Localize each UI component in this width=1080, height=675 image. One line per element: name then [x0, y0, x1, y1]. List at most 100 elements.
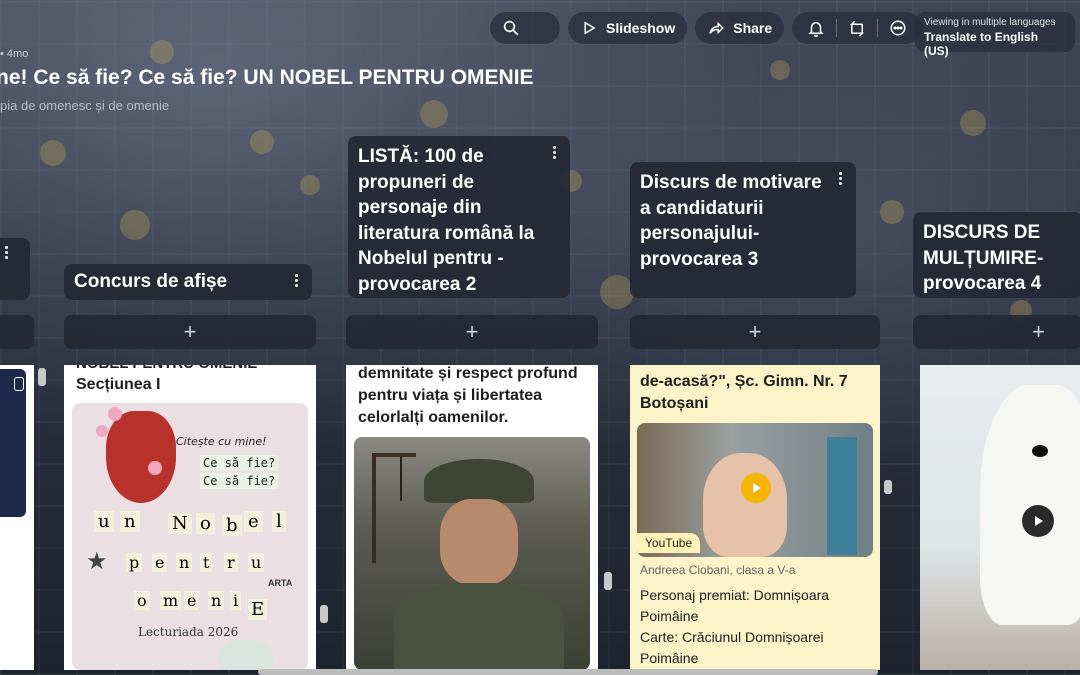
poster-arta-label: ARTA: [268, 578, 293, 588]
flower-icon: [96, 425, 108, 437]
play-button[interactable]: [741, 473, 771, 503]
post-image: [0, 369, 26, 517]
poster-letter: u: [94, 511, 114, 532]
poster-letter: r: [224, 553, 238, 572]
poster-image[interactable]: Citește cu mine! Ce să fie? Ce să fie? u…: [72, 403, 308, 670]
slideshow-button[interactable]: Slideshow: [568, 12, 688, 44]
flower-icon: [108, 407, 122, 421]
column-title: Concurs de afișe: [74, 271, 228, 292]
column-title: LISTĂ: 100 de propuneri de personaje din…: [358, 146, 535, 295]
poster-letter: e: [184, 591, 200, 610]
column-header-lista[interactable]: LISTĂ: 100 de propuneri de personaje din…: [348, 136, 570, 298]
soldier-portrait-image[interactable]: [354, 437, 590, 670]
poster-question-1: Ce să fie?: [200, 455, 279, 471]
board-title: ne! Ce să fie? Ce să fie? UN NOBEL PENTR…: [0, 66, 534, 89]
add-post-button[interactable]: +: [913, 315, 1080, 349]
column-title: Discurs de motivare a candidaturii perso…: [640, 172, 822, 270]
play-icon: [584, 21, 596, 35]
post-card-lista[interactable]: demnitate și respect profund pentru viaț…: [346, 365, 598, 670]
video-play-button[interactable]: [1022, 505, 1054, 537]
translate-hint: Viewing in multiple languages: [924, 17, 1056, 28]
remake-button[interactable]: [837, 12, 877, 44]
poster-letter: l: [272, 511, 286, 532]
remake-icon: [850, 20, 865, 37]
poster-letter: N: [168, 513, 192, 534]
column-header-discurs[interactable]: Discurs de motivare a candidaturii perso…: [630, 162, 856, 298]
column-scrollbar[interactable]: [884, 480, 892, 494]
play-icon: [1035, 516, 1043, 526]
poster-letter: m: [160, 591, 182, 610]
share-label: Share: [733, 20, 773, 36]
column-title: DISCURS DE MULȚUMIRE-provocarea 4: [923, 222, 1044, 294]
add-post-button[interactable]: +: [630, 315, 880, 349]
poster-question-2: Ce să fie?: [200, 473, 279, 489]
slideshow-label: Slideshow: [606, 20, 676, 36]
column-scrollbar[interactable]: [320, 605, 328, 623]
gallows-drawing: [372, 453, 376, 563]
bear-nose: [1032, 445, 1048, 457]
translate-action: Translate to English (US): [924, 30, 1039, 58]
search-icon: [503, 20, 519, 36]
notifications-button[interactable]: [796, 12, 836, 44]
poster-letter: n: [208, 591, 225, 610]
post-body-line: Personaj premiat: Domnișoara Poimâine: [640, 587, 830, 624]
add-post-button-partial[interactable]: [0, 315, 34, 349]
youtube-badge: YouTube: [637, 533, 701, 553]
poster-letter: o: [196, 513, 215, 534]
column-scrollbar[interactable]: [38, 368, 46, 386]
post-card-discurs[interactable]: de-acasă?", Șc. Gimn. Nr. 7 Botoșani You…: [630, 365, 880, 670]
poster-circle-decoration: [218, 639, 274, 670]
column-more-icon[interactable]: [0, 246, 12, 262]
bell-icon: [808, 22, 824, 37]
board-subtitle: pia de omenesc și de omenie: [0, 98, 170, 113]
gallows-drawing: [372, 453, 416, 457]
post-subtitle: Secțiunea I: [76, 376, 161, 393]
girl-face-drawing: [703, 453, 787, 557]
add-post-button[interactable]: +: [64, 315, 316, 349]
poster-letter: E: [248, 599, 268, 620]
top-toolbar: Slideshow Share: [490, 12, 923, 44]
uniform-drawing: [394, 583, 564, 670]
poster-letter: e: [152, 553, 168, 572]
poster-letter: i: [230, 591, 242, 610]
play-icon: [753, 483, 761, 493]
cap-drawing: [424, 459, 534, 503]
video-caption: Andreea Ciobani, clasa a V-a: [640, 563, 796, 577]
post-body-line: Carte: Crăciunul Domnișoarei Poimâine: [640, 629, 824, 666]
column-more-icon[interactable]: [834, 172, 846, 188]
poster-letter: n: [176, 553, 193, 572]
board-actions: [792, 12, 923, 44]
rope-drawing: [400, 457, 402, 501]
flower-icon: [148, 461, 162, 475]
poster-letter: u: [248, 553, 265, 572]
poster-letter: b: [222, 515, 242, 536]
column-scrollbar[interactable]: [604, 572, 612, 590]
video-thumbnail[interactable]: YouTube: [637, 423, 873, 557]
curtain-drawing: [827, 437, 857, 555]
add-post-button[interactable]: +: [346, 315, 598, 349]
column-header-afise[interactable]: Concurs de afișe: [64, 264, 312, 300]
post-card-partial[interactable]: [0, 365, 34, 670]
column-header-partial[interactable]: [0, 238, 30, 300]
column-more-icon[interactable]: [290, 274, 302, 290]
share-button[interactable]: Share: [695, 12, 785, 44]
poster-footer: Lecturiada 2026: [138, 625, 239, 639]
column-more-icon[interactable]: [548, 146, 560, 162]
poster-letter: p: [126, 553, 143, 572]
more-icon: [890, 20, 906, 36]
post-text: demnitate și respect profund pentru viaț…: [358, 365, 578, 426]
poster-letter: e: [244, 511, 263, 532]
post-text-cut: de-acasă?", Șc. Gimn. Nr. 7 Botoșani: [640, 373, 848, 412]
post-card-multumire[interactable]: [920, 365, 1080, 670]
search-button[interactable]: [490, 12, 560, 44]
more-options-button[interactable]: [878, 12, 918, 44]
translate-button[interactable]: Viewing in multiple languages Translate …: [915, 12, 1075, 58]
column-header-multumire[interactable]: DISCURS DE MULȚUMIRE-provocarea 4: [913, 212, 1080, 298]
phone-icon: [14, 377, 24, 391]
share-icon: [709, 21, 725, 35]
board-meta: • 4mo: [0, 48, 29, 60]
star-icon: ★: [86, 548, 108, 575]
poster-letter: t: [200, 553, 213, 572]
post-card-afise[interactable]: NOBEL PENTRU OMENIE Secțiunea I Citește …: [64, 365, 316, 670]
horizontal-scrollbar[interactable]: [258, 669, 878, 675]
